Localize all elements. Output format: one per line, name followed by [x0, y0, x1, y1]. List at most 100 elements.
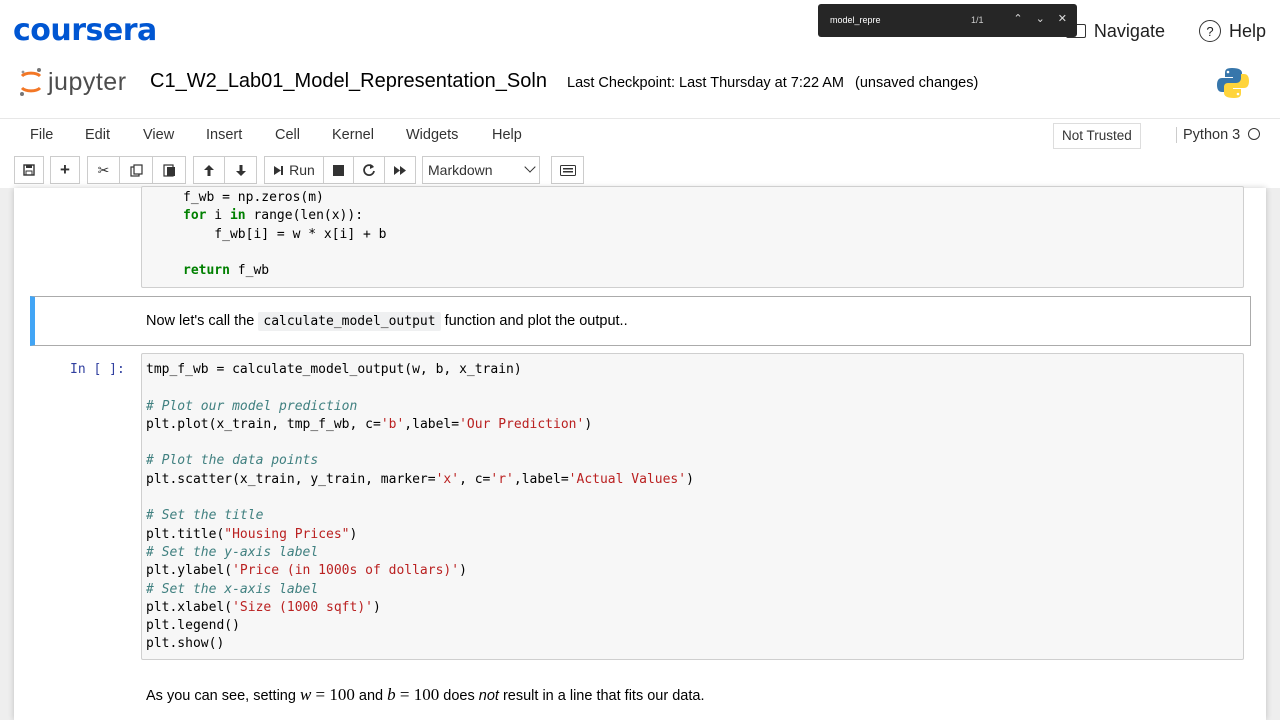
code-string: 'Our Prediction' — [459, 416, 585, 432]
restart-icon — [363, 164, 375, 176]
find-close-icon[interactable]: ✕ — [1058, 12, 1067, 25]
code-text: range(len(x)): — [245, 208, 364, 224]
code-text: plt.ylabel( — [146, 563, 233, 579]
cell-type-select[interactable]: Markdown — [422, 156, 540, 184]
python-logo-icon — [1217, 68, 1249, 98]
code-text: plt.title( — [146, 526, 225, 542]
coursera-logo[interactable]: coursera — [13, 13, 157, 48]
code-text: , c= — [459, 471, 491, 487]
notebook-area: f_wb = np.zeros(m) for i in range(len(x)… — [0, 186, 1280, 720]
menu-file[interactable]: File — [30, 127, 53, 143]
menu-kernel[interactable]: Kernel — [332, 127, 374, 143]
fast-forward-icon — [394, 165, 406, 175]
arrow-down-icon — [235, 164, 246, 176]
code-keyword: return — [183, 263, 230, 279]
code-line: f_wb = np.zeros(m) — [183, 190, 324, 205]
move-down-button[interactable] — [225, 156, 257, 184]
coursera-topbar: coursera Navigate ? Help — [0, 0, 1280, 62]
kernel-name: Python 3 — [1183, 127, 1241, 143]
find-next-icon[interactable]: ⌄ — [1036, 12, 1045, 25]
math-var: w — [299, 685, 312, 704]
code-editor[interactable]: tmp_f_wb = calculate_model_output(w, b, … — [146, 361, 694, 654]
code-text: plt.scatter(x_train, y_train, marker= — [146, 471, 436, 487]
move-up-button[interactable] — [193, 156, 225, 184]
paste-button[interactable] — [153, 156, 186, 184]
kernel-indicator: Python 3 — [1176, 127, 1261, 143]
cut-button[interactable]: ✂ — [87, 156, 120, 184]
copy-icon — [129, 163, 143, 177]
code-cell[interactable]: tmp_f_wb = calculate_model_output(w, b, … — [141, 353, 1244, 660]
menu-view[interactable]: View — [143, 127, 174, 143]
jupyter-logo-icon — [20, 68, 42, 96]
copy-button[interactable] — [120, 156, 153, 184]
code-comment: # Set the title — [146, 508, 264, 524]
jupyter-logo[interactable]: jupyter — [18, 67, 127, 97]
stop-icon — [333, 164, 344, 176]
save-button[interactable] — [14, 156, 44, 184]
navigate-label: Navigate — [1093, 20, 1165, 41]
notebook-toolbar: + ✂ Run — [0, 154, 1280, 188]
code-comment: # Set the x-axis label — [146, 581, 319, 597]
menu-bar: File Edit View Insert Cell Kernel Widget… — [0, 118, 1280, 150]
command-palette-button[interactable] — [551, 156, 584, 184]
jupyter-header: jupyter C1_W2_Lab01_Model_Representation… — [0, 62, 1280, 108]
restart-run-all-button[interactable] — [384, 156, 416, 184]
navigate-button[interactable]: Navigate — [1065, 20, 1165, 42]
notebook-name[interactable]: C1_W2_Lab01_Model_Representation_Soln — [150, 70, 547, 93]
menu-insert[interactable]: Insert — [206, 127, 242, 143]
md-text: function and plot the output.. — [444, 313, 628, 329]
menu-cell[interactable]: Cell — [275, 127, 300, 143]
md-text: As you can see, setting — [146, 688, 296, 704]
arrow-up-icon — [204, 164, 214, 176]
kernel-idle-icon — [1248, 128, 1261, 140]
code-text: f_wb — [229, 263, 270, 279]
find-controls: ⌃ ⌄ ✕ — [1013, 12, 1067, 25]
jupyter-logo-text: jupyter — [48, 67, 127, 96]
code-comment: # Plot our model prediction — [146, 398, 358, 414]
trust-button[interactable]: Not Trusted — [1053, 123, 1141, 149]
code-line: f_wb[i] = w * x[i] + b — [183, 226, 387, 242]
run-button[interactable]: Run — [264, 156, 324, 184]
cell-type-value: Markdown — [428, 162, 493, 178]
find-bar: model_repre 1/1 ⌃ ⌄ ✕ — [818, 4, 1077, 37]
code-string: 'Size (1000 sqft)' — [232, 599, 373, 615]
unsaved-status: (unsaved changes) — [855, 75, 979, 91]
code-string: 'Price (in 1000s of dollars)' — [232, 563, 460, 579]
restart-button[interactable] — [353, 156, 385, 184]
code-text: i — [206, 208, 230, 224]
code-string: 'Actual Values' — [568, 471, 687, 487]
code-string: 'b' — [380, 416, 405, 432]
keyboard-icon — [559, 164, 576, 176]
md-text: Now let's call the — [146, 313, 255, 329]
menu-edit[interactable]: Edit — [85, 127, 110, 143]
code-editor[interactable]: f_wb = np.zeros(m) for i in range(len(x)… — [183, 189, 387, 280]
md-text: does — [443, 688, 475, 704]
find-prev-icon[interactable]: ⌃ — [1013, 12, 1022, 25]
code-comment: # Set the y-axis label — [146, 544, 319, 560]
menu-widgets[interactable]: Widgets — [406, 127, 458, 143]
code-text: plt.plot(x_train, tmp_f_wb, c= — [146, 416, 381, 432]
insert-cell-button[interactable]: + — [50, 156, 80, 184]
code-text: ,label= — [404, 416, 460, 432]
checkpoint-status: Last Checkpoint: Last Thursday at 7:22 A… — [567, 75, 845, 91]
menu-help[interactable]: Help — [492, 127, 522, 143]
markdown-text-bottom: As you can see, setting w = 100 and b = … — [146, 685, 704, 705]
code-string: 'x' — [435, 471, 460, 487]
coursera-nav: Navigate ? Help — [1065, 20, 1266, 42]
code-comment: # Plot the data points — [146, 453, 319, 469]
plus-icon: + — [60, 160, 70, 179]
find-input[interactable]: model_repre — [830, 15, 881, 25]
math-eq: = 100 — [395, 685, 440, 704]
code-cell-partial[interactable]: f_wb = np.zeros(m) for i in range(len(x)… — [141, 186, 1244, 288]
markdown-text: Now let's call the calculate_model_outpu… — [146, 312, 628, 331]
code-line: plt.show() — [146, 636, 225, 652]
code-keyword: in — [229, 208, 246, 224]
code-text: ,label= — [513, 471, 569, 487]
notebook-page: f_wb = np.zeros(m) for i in range(len(x)… — [14, 186, 1266, 720]
chevron-down-icon — [524, 161, 536, 173]
help-icon: ? — [1198, 20, 1221, 42]
interrupt-button[interactable] — [323, 156, 354, 184]
help-button[interactable]: ? Help — [1198, 20, 1266, 42]
code-line: plt.legend() — [146, 618, 240, 634]
scissors-icon: ✂ — [97, 161, 110, 178]
